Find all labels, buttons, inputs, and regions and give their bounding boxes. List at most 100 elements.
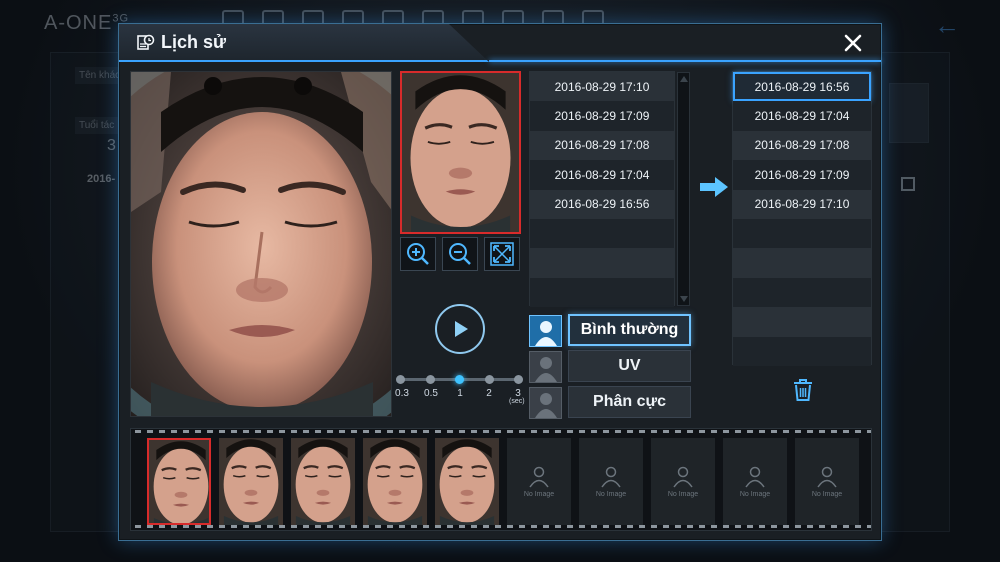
sprocket-hole bbox=[675, 525, 681, 528]
list-item[interactable]: 2016-08-29 17:08 bbox=[530, 130, 674, 161]
scroll-up-icon[interactable] bbox=[680, 76, 688, 82]
sprocket-hole bbox=[567, 430, 573, 433]
sprocket-hole bbox=[423, 525, 429, 528]
sprocket-hole bbox=[771, 430, 777, 433]
back-arrow-icon: ← bbox=[934, 10, 960, 40]
list-item-empty bbox=[733, 336, 871, 366]
list-item-selected[interactable]: 2016-08-29 16:56 bbox=[733, 72, 871, 102]
sprocket-hole bbox=[543, 430, 549, 433]
film-frame-selected[interactable] bbox=[147, 438, 211, 525]
mode-uv-button[interactable]: UV bbox=[568, 350, 691, 382]
face-image bbox=[131, 72, 391, 416]
speed-unit: (sec) bbox=[509, 398, 525, 405]
dialog-title: Lịch sử bbox=[161, 32, 227, 52]
filmstrip-sprockets-top bbox=[131, 429, 871, 435]
list-item[interactable]: 2016-08-29 17:08 bbox=[733, 130, 871, 161]
film-frame[interactable] bbox=[219, 438, 283, 525]
speed-label: 0.5 bbox=[424, 388, 438, 399]
zoom-in-button[interactable] bbox=[400, 237, 436, 271]
sprocket-hole bbox=[723, 525, 729, 528]
zoom-out-icon bbox=[449, 243, 471, 265]
sprocket-hole bbox=[615, 525, 621, 528]
film-frame-empty: No Image bbox=[651, 438, 715, 525]
background-avatar-box bbox=[889, 83, 929, 143]
sprocket-hole bbox=[591, 525, 597, 528]
trash-icon[interactable] bbox=[792, 378, 814, 402]
sprocket-hole bbox=[147, 525, 153, 528]
film-frame[interactable] bbox=[435, 438, 499, 525]
speed-option[interactable] bbox=[514, 375, 523, 384]
sprocket-hole bbox=[387, 430, 393, 433]
film-frame[interactable] bbox=[363, 438, 427, 525]
selected-list[interactable]: 2016-08-29 16:56 2016-08-29 17:04 2016-0… bbox=[732, 71, 872, 366]
speed-option[interactable] bbox=[396, 375, 405, 384]
filmstrip[interactable]: No Image No Image No Image No Image No Image bbox=[130, 428, 872, 531]
sprocket-hole bbox=[267, 525, 273, 528]
sprocket-hole bbox=[495, 525, 501, 528]
sprocket-hole bbox=[255, 525, 261, 528]
film-frame[interactable] bbox=[291, 438, 355, 525]
sprocket-hole bbox=[639, 525, 645, 528]
list-item[interactable]: 2016-08-29 17:10 bbox=[530, 72, 674, 102]
sprocket-hole bbox=[855, 525, 861, 528]
list-item[interactable]: 2016-08-29 17:10 bbox=[733, 189, 871, 219]
sprocket-hole bbox=[375, 525, 381, 528]
list-item[interactable]: 2016-08-29 17:04 bbox=[530, 160, 674, 190]
history-dialog: Lịch sử 0.3 0.5 1 2 3 (sec) 2016-08-29 1… bbox=[118, 23, 882, 541]
sprocket-hole bbox=[651, 525, 657, 528]
sprocket-hole bbox=[267, 430, 273, 433]
sprocket-hole bbox=[495, 430, 501, 433]
header-divider bbox=[489, 60, 881, 62]
no-image-label: No Image bbox=[667, 490, 699, 498]
no-image-placeholder: No Image bbox=[795, 438, 859, 525]
sprocket-hole bbox=[855, 430, 861, 433]
mode-polarized-button[interactable]: Phân cực bbox=[568, 386, 691, 418]
sprocket-hole bbox=[639, 430, 645, 433]
zoom-out-button[interactable] bbox=[442, 237, 478, 271]
list-item[interactable]: 2016-08-29 17:09 bbox=[530, 101, 674, 131]
dialog-header: Lịch sử bbox=[119, 24, 881, 62]
person-icon bbox=[817, 466, 837, 487]
list-item[interactable]: 2016-08-29 17:04 bbox=[733, 101, 871, 131]
sprocket-hole bbox=[687, 525, 693, 528]
sprocket-hole bbox=[327, 430, 333, 433]
add-to-selection-arrow-icon[interactable] bbox=[699, 176, 729, 198]
sprocket-hole bbox=[243, 525, 249, 528]
play-icon bbox=[455, 321, 468, 337]
sprocket-hole bbox=[351, 525, 357, 528]
sprocket-hole bbox=[735, 430, 741, 433]
sprocket-hole bbox=[315, 525, 321, 528]
sprocket-hole bbox=[303, 430, 309, 433]
fullscreen-button[interactable] bbox=[484, 237, 520, 271]
sprocket-hole bbox=[363, 430, 369, 433]
sprocket-hole bbox=[291, 525, 297, 528]
sprocket-hole bbox=[579, 525, 585, 528]
history-list[interactable]: 2016-08-29 17:10 2016-08-29 17:09 2016-0… bbox=[529, 71, 675, 308]
sprocket-hole bbox=[459, 525, 465, 528]
list-item[interactable]: 2016-08-29 16:56 bbox=[530, 189, 674, 219]
sprocket-hole bbox=[399, 430, 405, 433]
sprocket-hole bbox=[159, 430, 165, 433]
no-image-label: No Image bbox=[595, 490, 627, 498]
scroll-down-icon[interactable] bbox=[680, 296, 688, 302]
sprocket-hole bbox=[579, 430, 585, 433]
play-button[interactable] bbox=[435, 304, 485, 354]
sprocket-hole bbox=[183, 430, 189, 433]
speed-option-selected[interactable] bbox=[455, 375, 464, 384]
sprocket-hole bbox=[279, 525, 285, 528]
list-item-empty bbox=[530, 218, 674, 249]
sprocket-hole bbox=[195, 525, 201, 528]
close-icon[interactable] bbox=[843, 33, 863, 53]
list-item[interactable]: 2016-08-29 17:09 bbox=[733, 160, 871, 190]
speed-option[interactable] bbox=[484, 375, 494, 384]
speed-slider[interactable] bbox=[396, 375, 523, 384]
sprocket-hole bbox=[423, 430, 429, 433]
history-list-scrollbar[interactable] bbox=[677, 72, 690, 306]
sprocket-hole bbox=[207, 430, 213, 433]
sprocket-hole bbox=[315, 430, 321, 433]
mode-normal-button[interactable]: Bình thường bbox=[568, 314, 691, 346]
sprocket-hole bbox=[363, 525, 369, 528]
preview-thumbnail[interactable] bbox=[400, 71, 521, 234]
speed-option[interactable] bbox=[425, 375, 435, 384]
sprocket-hole bbox=[615, 430, 621, 433]
